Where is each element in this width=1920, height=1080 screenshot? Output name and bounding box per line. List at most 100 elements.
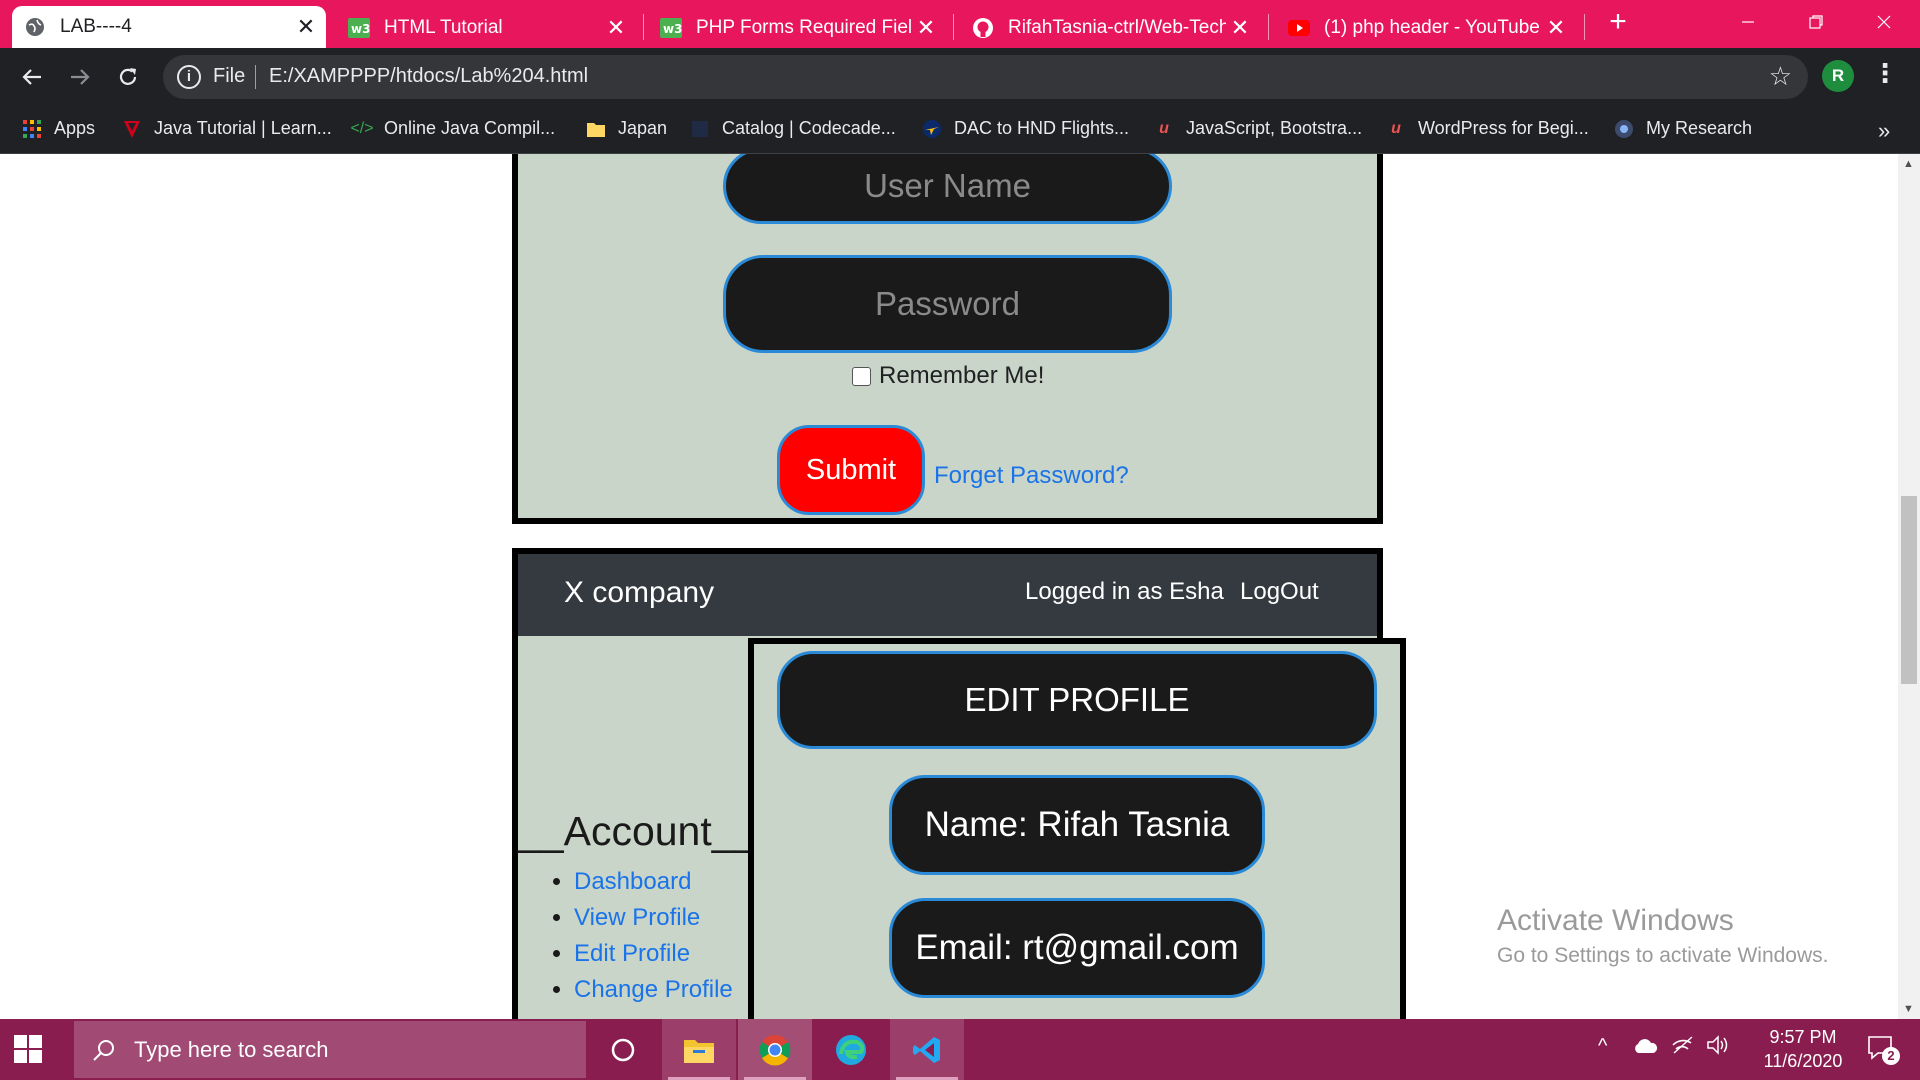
bookmarks-bar: Apps Java Tutorial | Learn... </> Online… <box>0 106 1920 154</box>
password-input[interactable]: Password <box>723 255 1172 353</box>
tab-separator <box>1584 14 1585 40</box>
remember-me-checkbox[interactable] <box>852 366 871 386</box>
address-bar[interactable]: i File E:/XAMPPPP/htdocs/Lab%204.html ☆ <box>163 55 1808 99</box>
chrome-icon[interactable] <box>738 1019 812 1080</box>
task-view-icon[interactable] <box>586 1019 660 1080</box>
close-tab-icon[interactable]: ✕ <box>1226 15 1254 41</box>
back-icon[interactable] <box>12 58 52 96</box>
close-tab-icon[interactable]: ✕ <box>1542 15 1570 41</box>
tab-title: LAB----4 <box>60 16 132 37</box>
udemy-icon: u <box>1391 119 1401 137</box>
bookmark-online-java[interactable]: </> Online Java Compil... <box>350 118 555 139</box>
sidebar: __Account__ Dashboard View Profile Edit … <box>518 636 757 1019</box>
tab-title: HTML Tutorial <box>384 17 503 38</box>
bookmark-flights[interactable]: DAC to HND Flights... <box>922 118 1129 139</box>
sidebar-item-view-profile: View Profile <box>574 904 733 940</box>
tab-youtube[interactable]: (1) php header - YouTube ✕ <box>1276 8 1576 48</box>
reload-icon[interactable] <box>108 58 148 96</box>
tray-chevron-icon[interactable]: ^ <box>1598 1035 1607 1058</box>
tab-separator <box>1268 14 1269 40</box>
sidebar-link-dashboard[interactable]: Dashboard <box>574 868 691 895</box>
browser-menu-icon[interactable]: ⋮ <box>1872 58 1898 89</box>
bookmark-label: WordPress for Begi... <box>1418 118 1589 138</box>
username-input[interactable]: User Name <box>723 154 1172 224</box>
profile-avatar[interactable]: R <box>1822 60 1854 92</box>
logged-in-text: Logged in as Esha <box>1025 578 1224 605</box>
page-scrollbar[interactable]: ▲ ▼ <box>1898 154 1920 1019</box>
bookmark-javascript-bootstrap[interactable]: u JavaScript, Bootstra... <box>1154 118 1362 139</box>
scrollbar-thumb[interactable] <box>1901 496 1917 684</box>
close-window-icon[interactable] <box>1854 4 1914 40</box>
notification-center-icon[interactable]: 2 <box>1866 1033 1900 1068</box>
sidebar-link-edit-profile[interactable]: Edit Profile <box>574 940 690 967</box>
email-field[interactable]: Email: rt@gmail.com <box>889 898 1265 998</box>
sidebar-item-dashboard: Dashboard <box>574 868 733 904</box>
minimize-icon[interactable] <box>1718 4 1778 40</box>
sidebar-link-change-profile[interactable]: Change Profile <box>574 976 733 1003</box>
forgot-password-link[interactable]: Forget Password? <box>934 462 1129 490</box>
windows-start-icon[interactable] <box>14 1035 42 1068</box>
volume-icon[interactable] <box>1706 1035 1730 1061</box>
bookmark-wordpress[interactable]: u WordPress for Begi... <box>1386 118 1589 139</box>
forward-icon[interactable] <box>60 58 100 96</box>
w3schools-icon: w3 <box>660 17 682 39</box>
brand-name[interactable]: X company <box>564 576 714 610</box>
sidebar-menu: Dashboard View Profile Edit Profile Chan… <box>556 868 733 1012</box>
tab-separator <box>953 14 954 40</box>
folder-icon <box>586 119 606 139</box>
close-tab-icon[interactable]: ✕ <box>602 15 630 41</box>
bookmark-java-tutorial[interactable]: Java Tutorial | Learn... <box>122 118 332 139</box>
new-tab-button[interactable]: + <box>1588 4 1648 40</box>
codecademy-icon <box>690 119 710 139</box>
bookmark-codecademy[interactable]: Catalog | Codecade... <box>690 118 896 139</box>
tab-github[interactable]: RifahTasnia-ctrl/Web-Techn ✕ <box>960 8 1260 48</box>
scroll-up-icon[interactable]: ▲ <box>1903 158 1914 170</box>
close-tab-icon[interactable]: ✕ <box>912 15 940 41</box>
java-icon <box>122 119 142 139</box>
address-divider <box>255 65 256 89</box>
close-tab-icon[interactable]: ✕ <box>292 14 320 40</box>
bookmark-label: Catalog | Codecade... <box>722 118 896 138</box>
bookmark-japan[interactable]: Japan <box>586 118 667 139</box>
vscode-icon[interactable] <box>890 1019 964 1080</box>
scroll-down-icon[interactable]: ▼ <box>1903 1003 1914 1015</box>
wifi-icon[interactable] <box>1672 1035 1694 1061</box>
sidebar-item-change-profile: Change Profile <box>574 976 733 1012</box>
page-viewport: User Name Password Remember Me! Submit F… <box>0 154 1920 1019</box>
youtube-icon <box>1288 17 1310 39</box>
clock-time: 9:57 PM <box>1769 1027 1837 1047</box>
tab-php-forms[interactable]: w3 PHP Forms Required Fields ✕ <box>648 8 946 48</box>
submit-button[interactable]: Submit <box>777 425 925 515</box>
bookmark-label: Japan <box>618 118 668 138</box>
tab-strip: LAB----4 ✕ w3 HTML Tutorial ✕ w3 PHP For… <box>0 0 1920 48</box>
name-field[interactable]: Name: Rifah Tasnia <box>889 775 1265 875</box>
watermark-subtitle: Go to Settings to activate Windows. <box>1497 944 1829 967</box>
file-explorer-icon[interactable] <box>662 1019 736 1080</box>
tab-html-tutorial[interactable]: w3 HTML Tutorial ✕ <box>336 8 636 48</box>
clock-date: 11/6/2020 <box>1763 1051 1843 1071</box>
logout-link[interactable]: LogOut <box>1240 578 1319 606</box>
onedrive-icon[interactable] <box>1632 1037 1658 1061</box>
sidebar-link-view-profile[interactable]: View Profile <box>574 904 700 931</box>
globe-icon <box>24 16 46 38</box>
tab-lab4[interactable]: LAB----4 ✕ <box>12 6 326 48</box>
svg-text:w3: w3 <box>663 22 682 36</box>
bookmark-star-icon[interactable]: ☆ <box>1769 61 1792 92</box>
address-url[interactable]: E:/XAMPPPP/htdocs/Lab%204.html <box>269 65 588 88</box>
dashboard-header: X company Logged in as Esha LogOut <box>518 554 1377 636</box>
browser-toolbar: i File E:/XAMPPPP/htdocs/Lab%204.html ☆ … <box>0 48 1920 106</box>
bookmark-my-research[interactable]: My Research <box>1614 118 1752 139</box>
bookmarks-overflow-button[interactable]: » <box>1878 118 1890 144</box>
taskbar-search-box[interactable]: Type here to search <box>74 1021 586 1078</box>
restore-icon[interactable] <box>1786 4 1846 40</box>
apps-grid-icon <box>22 119 42 139</box>
system-clock[interactable]: 9:57 PM 11/6/2020 <box>1748 1025 1858 1073</box>
info-icon[interactable]: i <box>177 65 201 89</box>
sidebar-heading: __Account__ <box>518 808 758 854</box>
tab-title: RifahTasnia-ctrl/Web-Techn <box>1008 17 1226 38</box>
remember-me-label: Remember Me! <box>879 362 1045 389</box>
remember-me-row: Remember Me! <box>852 362 1044 390</box>
bookmark-apps[interactable]: Apps <box>22 118 95 139</box>
tab-title: PHP Forms Required Fields <box>696 17 912 38</box>
edge-icon[interactable] <box>814 1019 888 1080</box>
